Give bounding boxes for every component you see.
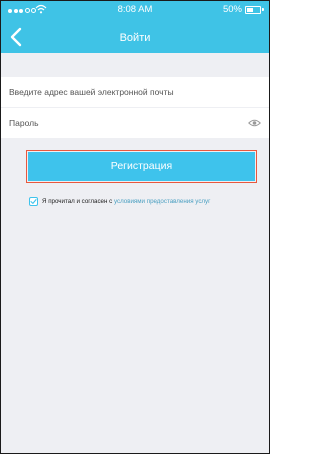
page-title: Войти [119, 32, 151, 44]
app-screen: 8:08 AM 50% Войти Введите адрес вашей эл… [0, 0, 270, 454]
checkmark-icon [30, 199, 37, 204]
battery-percent: 50% [222, 4, 242, 15]
password-placeholder: Пароль [9, 118, 39, 128]
navigation-bar: 8:08 AM 50% Войти [1, 1, 269, 53]
agreement-row: Я прочитал и согласен с условиями предос… [29, 197, 210, 206]
agreement-checkbox[interactable] [29, 197, 38, 206]
battery-icon [245, 6, 261, 14]
eye-icon[interactable] [248, 117, 261, 129]
status-bar: 8:08 AM 50% [1, 1, 269, 19]
register-button[interactable]: Регистрация [28, 152, 255, 181]
email-field[interactable]: Введите адрес вашей электронной почты [1, 77, 269, 107]
agreement-text: Я прочитал и согласен с [42, 198, 113, 205]
password-field[interactable]: Пароль [1, 108, 269, 138]
battery-tip [262, 8, 264, 11]
email-placeholder: Введите адрес вашей электронной почты [9, 87, 174, 97]
terms-link[interactable]: условиями предоставления услуг [114, 198, 210, 205]
